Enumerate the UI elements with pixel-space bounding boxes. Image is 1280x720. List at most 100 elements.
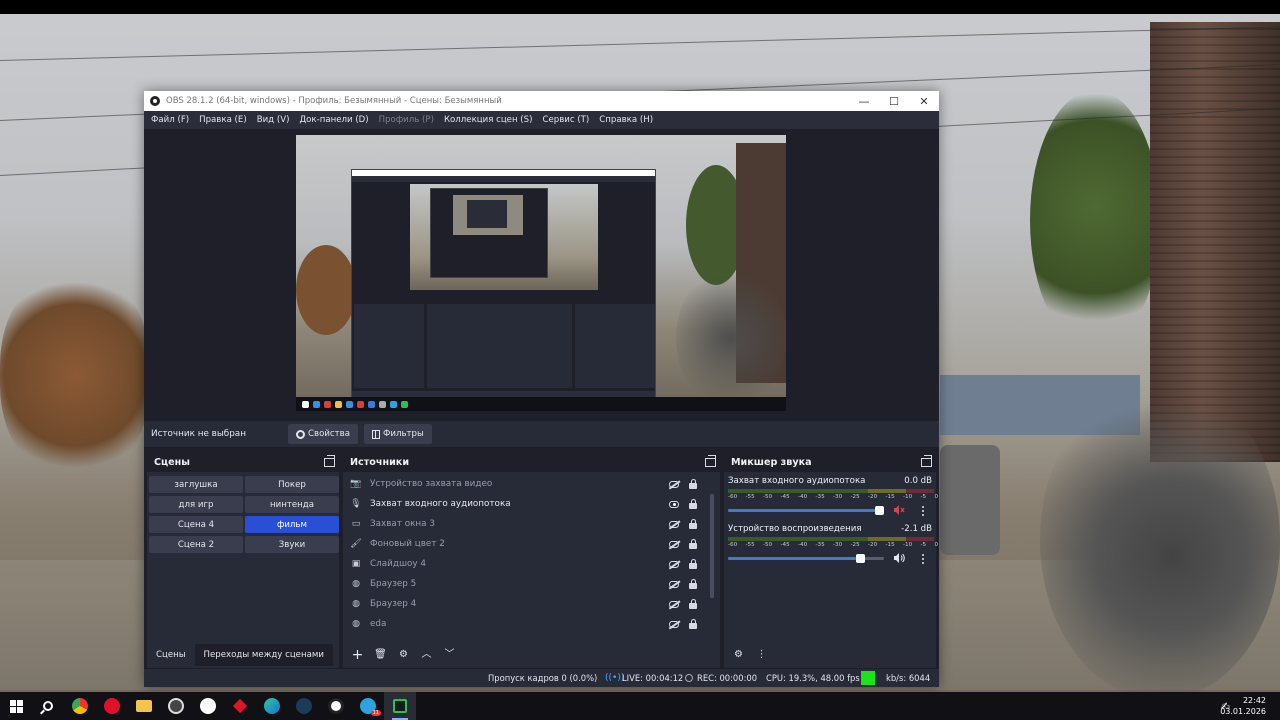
visibility-toggle[interactable]	[668, 578, 680, 590]
source-item[interactable]: ◍ Браузер 4	[343, 594, 720, 614]
meter-tick: -45	[780, 494, 790, 500]
source-item[interactable]: ▭ Захват окна 3	[343, 514, 720, 534]
source-item[interactable]: ◍ eda	[343, 614, 720, 634]
lock-toggle[interactable]	[687, 498, 699, 510]
power-line	[0, 26, 1280, 61]
volume-slider[interactable]	[728, 506, 884, 515]
scene-item[interactable]: заглушка	[149, 476, 243, 493]
undock-icon[interactable]	[705, 454, 716, 467]
menu-view[interactable]: Вид (V)	[252, 115, 295, 125]
menu-edit[interactable]: Правка (E)	[194, 115, 252, 125]
record-timer: REC: 00:00:00	[697, 673, 758, 683]
close-button[interactable]: ✕	[909, 91, 939, 111]
system-clock[interactable]: 22:42 03.01.2026	[1220, 695, 1266, 717]
taskbar-steam[interactable]	[288, 692, 320, 720]
add-source-button[interactable]: +	[349, 647, 366, 664]
mixer-channel: Устройство воспроизведения -2.1 dB -60 -55 -…	[724, 520, 938, 568]
scene-item[interactable]: нинтенда	[245, 496, 339, 513]
filters-button[interactable]: Фильтры	[363, 424, 432, 444]
wallpaper-car	[940, 445, 1000, 555]
record-icon	[685, 674, 693, 682]
source-item[interactable]: 📷 Устройство захвата видео	[343, 474, 720, 494]
search-button[interactable]	[32, 692, 64, 720]
source-item[interactable]: ◍ Браузер 5	[343, 574, 720, 594]
taskbar-file-explorer[interactable]	[128, 692, 160, 720]
taskbar-app-game[interactable]	[160, 692, 192, 720]
lock-icon	[689, 618, 697, 629]
lock-toggle[interactable]	[687, 578, 699, 590]
taskbar-chrome[interactable]	[64, 692, 96, 720]
properties-button[interactable]: Свойства	[288, 424, 358, 444]
lock-toggle[interactable]	[687, 558, 699, 570]
menu-scene-collection[interactable]: Коллекция сцен (S)	[439, 115, 538, 125]
visibility-toggle[interactable]	[668, 558, 680, 570]
menu-help[interactable]: Справка (H)	[594, 115, 658, 125]
scene-item[interactable]: Сцена 2	[149, 536, 243, 553]
lock-toggle[interactable]	[687, 618, 699, 630]
remove-source-button[interactable]: 🗑	[372, 647, 389, 664]
slider-handle[interactable]	[875, 506, 884, 515]
scene-item[interactable]: фильм	[245, 516, 339, 533]
visibility-toggle[interactable]	[668, 498, 680, 510]
menu-docks[interactable]: Док-панели (D)	[294, 115, 373, 125]
channel-menu-button[interactable]	[916, 552, 930, 566]
nested-scenes-dock	[354, 304, 424, 388]
visibility-toggle[interactable]	[668, 518, 680, 530]
meter-tick: -15	[885, 494, 895, 500]
maximize-button[interactable]: ☐	[879, 91, 909, 111]
slideshow-icon: ▣	[351, 559, 361, 569]
visibility-toggle[interactable]	[668, 598, 680, 610]
taskbar-app-red[interactable]	[224, 692, 256, 720]
source-properties-button[interactable]: ⚙	[395, 647, 412, 664]
lock-toggle[interactable]	[687, 538, 699, 550]
taskbar-app-settings[interactable]	[320, 692, 352, 720]
source-item[interactable]: 🎙 Захват входного аудиопотока	[343, 494, 720, 514]
tab-scenes[interactable]: Сцены	[147, 644, 195, 666]
lock-toggle[interactable]	[687, 518, 699, 530]
visibility-toggle[interactable]	[668, 538, 680, 550]
speaker-muted-icon[interactable]	[893, 504, 905, 516]
channel-menu-button[interactable]	[916, 504, 930, 518]
taskbar-opera[interactable]	[96, 692, 128, 720]
scene-item[interactable]: Сцена 4	[149, 516, 243, 533]
scene-item[interactable]: Покер	[245, 476, 339, 493]
settings-icon	[328, 698, 344, 714]
scene-item[interactable]: Звуки	[245, 536, 339, 553]
minimize-button[interactable]: —	[849, 91, 879, 111]
start-button[interactable]	[0, 692, 32, 720]
volume-slider[interactable]	[728, 554, 884, 563]
undock-icon[interactable]	[921, 454, 932, 467]
lock-toggle[interactable]	[687, 598, 699, 610]
menu-file[interactable]: Файл (F)	[146, 115, 194, 125]
taskbar-telegram[interactable]: 11	[352, 692, 384, 720]
taskbar-obs[interactable]	[384, 692, 416, 720]
mixer-menu-button[interactable]: ⋮	[753, 647, 770, 664]
taskbar-yandex[interactable]	[192, 692, 224, 720]
visibility-toggle[interactable]	[668, 478, 680, 490]
meter-tick: -40	[798, 542, 808, 548]
meter-tick: -20	[868, 542, 878, 548]
eye-off-icon	[669, 540, 679, 548]
visibility-toggle[interactable]	[668, 618, 680, 630]
undock-icon[interactable]	[324, 454, 335, 467]
sources-dock-header: Источники	[343, 452, 720, 472]
scene-item[interactable]: для игр	[149, 496, 243, 513]
source-item[interactable]: 🖌 Фоновый цвет 2	[343, 534, 720, 554]
slider-handle[interactable]	[856, 554, 865, 563]
scenes-tabs: Сцены Переходы между сценами	[147, 644, 333, 666]
eye-off-icon	[669, 580, 679, 588]
tab-scene-transitions[interactable]: Переходы между сценами	[194, 644, 333, 666]
speaker-icon[interactable]	[893, 552, 905, 564]
move-source-up-button[interactable]: ︿	[418, 647, 435, 664]
menu-tools[interactable]: Сервис (T)	[537, 115, 594, 125]
title-bar[interactable]: OBS 28.1.2 (64-bit, windows) - Профиль: …	[144, 91, 939, 111]
taskbar-edge[interactable]	[256, 692, 288, 720]
advanced-audio-settings-button[interactable]: ⚙	[730, 647, 747, 664]
menu-profile[interactable]: Профиль (P)	[374, 115, 439, 125]
lock-icon	[689, 558, 697, 569]
lock-toggle[interactable]	[687, 478, 699, 490]
move-source-down-button[interactable]: ﹀	[441, 647, 458, 664]
preview-canvas[interactable]	[296, 135, 786, 411]
source-item[interactable]: ▣ Слайдшоу 4	[343, 554, 720, 574]
preview-smoke	[676, 265, 786, 411]
